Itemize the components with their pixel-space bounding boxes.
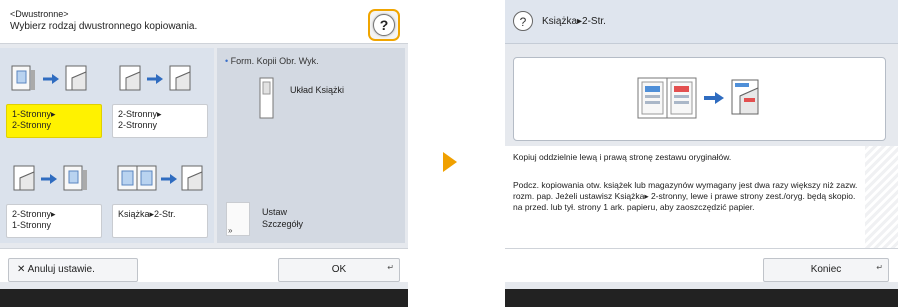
expand-arrow-icon: »	[228, 226, 233, 235]
cancel-settings-button[interactable]: ✕ Anuluj ustawie.	[8, 258, 138, 282]
bullet-icon: •	[225, 56, 229, 66]
status-bar	[0, 289, 408, 307]
help-icon: ?	[373, 14, 395, 36]
close-button[interactable]: Koniec ↵	[763, 258, 889, 282]
copy-type-options-panel: 1-Stronny▸ 2-Stronny 2-Stronny▸ 2-Stronn…	[0, 48, 214, 243]
screen-category-title: <Dwustronne>	[10, 9, 69, 19]
two-to-two-sided-icon	[119, 65, 191, 91]
option-2-sided-to-2-sided[interactable]: 2-Stronny▸ 2-Stronny	[112, 104, 208, 138]
ok-button[interactable]: OK ↵	[278, 258, 400, 282]
finished-layout-label: • Form. Kopii Obr. Wyk.	[225, 56, 319, 66]
option-book-to-2-sided[interactable]: Książka▸2-Str.	[112, 204, 208, 238]
finished-layout-value: Układ Książki	[290, 85, 345, 95]
status-bar	[505, 289, 898, 307]
book-to-two-sided-icon	[117, 165, 203, 191]
book-to-two-sided-illustration-icon	[637, 77, 759, 119]
option-2-sided-to-1-sided[interactable]: 2-Stronny▸ 1-Stronny	[6, 204, 102, 238]
next-step-arrow-icon	[443, 152, 457, 172]
description-scrollbar[interactable]	[865, 146, 898, 248]
option-1-sided-to-2-sided[interactable]: 1-Stronny▸ 2-Stronny	[6, 104, 102, 138]
close-label: Koniec	[810, 264, 842, 275]
screen-instruction-title: Wybierz rodzaj dwustronnego kopiowania.	[10, 21, 198, 32]
one-to-two-sided-icon	[11, 65, 87, 91]
help-button[interactable]: ?	[368, 9, 400, 41]
ok-label: OK	[331, 264, 347, 275]
book-layout-icon	[259, 77, 274, 119]
set-details-label: Ustaw Szczegóły	[262, 207, 304, 229]
finished-layout-label-text: Form. Kopii Obr. Wyk.	[230, 56, 319, 66]
enter-corner-icon: ↵	[876, 263, 883, 272]
help-screen-title: Książka▸2-Str.	[542, 16, 606, 27]
enter-corner-icon: ↵	[387, 263, 394, 272]
help-icon: ?	[513, 11, 533, 31]
two-to-one-sided-icon	[13, 165, 87, 191]
description-summary: Kopiuj oddzielnie lewą i prawą stronę ze…	[513, 152, 732, 162]
description-details: Podcz. kopiowania otw. książek lub magaz…	[513, 180, 858, 212]
